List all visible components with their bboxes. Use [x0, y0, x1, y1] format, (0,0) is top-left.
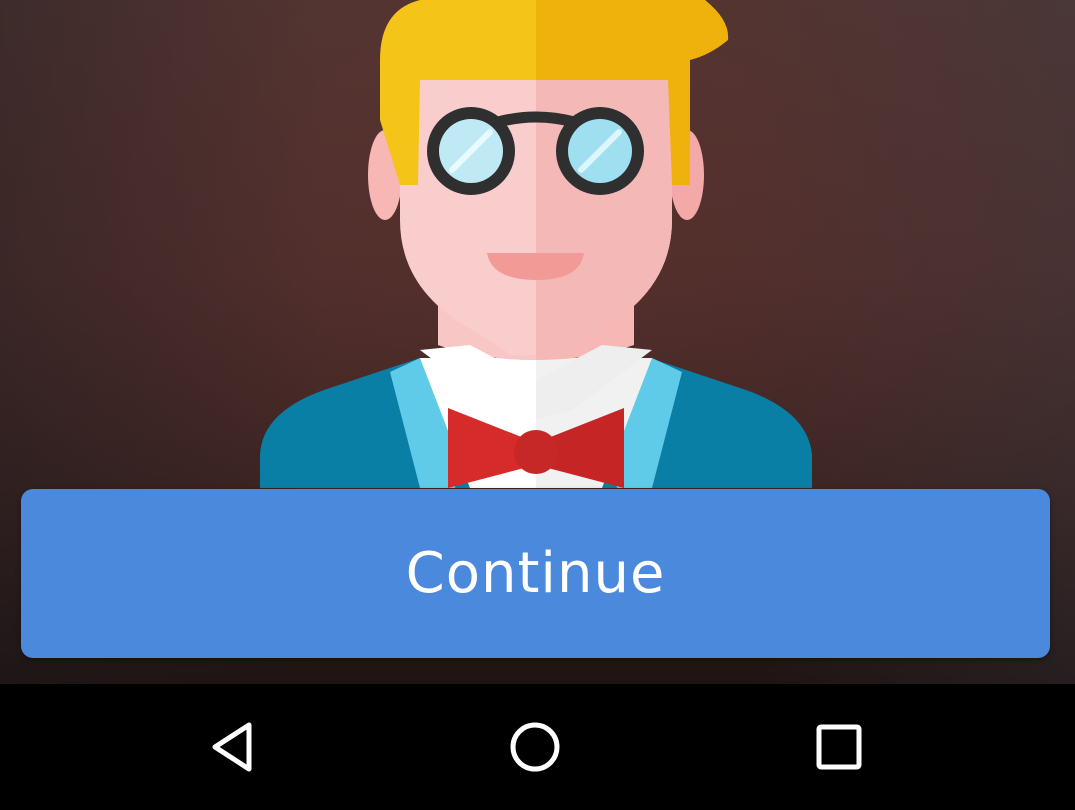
back-button[interactable] [185, 699, 281, 795]
android-navigation-bar [0, 684, 1075, 810]
recents-square-icon [816, 724, 862, 770]
content-area: Continue [0, 0, 1075, 684]
app-screen: Continue [0, 0, 1075, 810]
continue-label: Continue [405, 541, 666, 606]
nerd-avatar-icon [260, 0, 812, 488]
recents-button[interactable] [791, 699, 887, 795]
continue-button[interactable]: Continue [21, 489, 1050, 658]
home-button[interactable] [487, 699, 583, 795]
home-circle-icon [510, 722, 560, 772]
back-triangle-icon [212, 722, 252, 772]
